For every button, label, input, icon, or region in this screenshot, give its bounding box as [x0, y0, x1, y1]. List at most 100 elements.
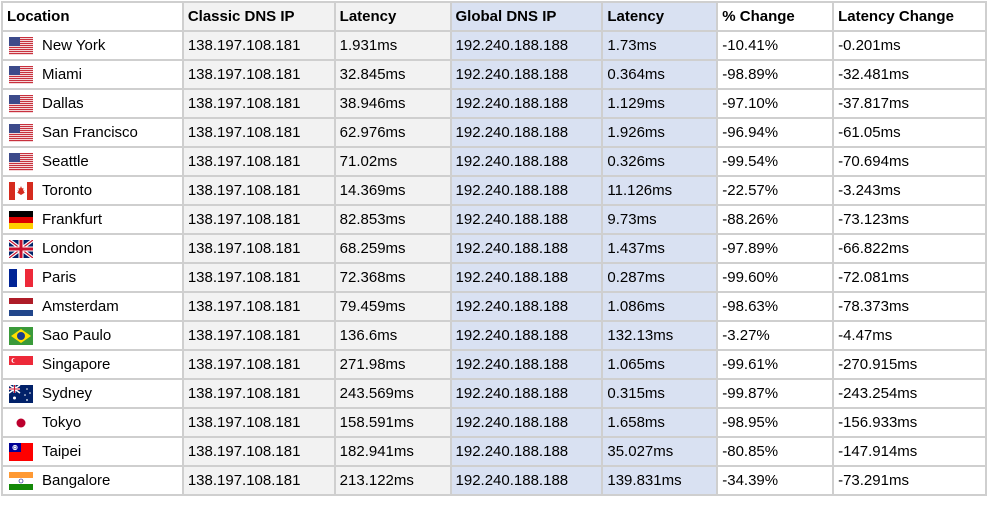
global-latency-cell: 0.364ms: [601, 59, 719, 90]
global-latency-cell: 1.086ms: [601, 291, 719, 322]
india-flag-icon: [9, 471, 33, 490]
percent-change-cell: -99.61%: [716, 349, 835, 380]
table-row: Frankfurt 138.197.108.181 82.853ms 192.240.…: [1, 204, 987, 235]
classic-latency-cell: 38.946ms: [333, 88, 452, 119]
location-name: Tokyo: [42, 414, 82, 431]
location-cell: San Francisco: [1, 117, 184, 148]
latency-change-cell: -4.47ms: [832, 320, 987, 351]
classic-latency-cell: 136.6ms: [333, 320, 452, 351]
latency-change-cell: -37.817ms: [832, 88, 987, 119]
percent-change-cell: -97.89%: [716, 233, 835, 264]
classic-dns-ip-cell: 138.197.108.181: [181, 59, 336, 90]
location-name: San Francisco: [42, 124, 138, 141]
location-cell: Taipei: [1, 436, 184, 467]
classic-latency-cell: 79.459ms: [333, 291, 452, 322]
location-name: Toronto: [42, 182, 93, 199]
location-cell: Dallas: [1, 88, 184, 119]
global-dns-ip-cell: 192.240.188.188: [449, 204, 604, 235]
location-cell: Toronto: [1, 175, 184, 206]
global-dns-ip-cell: 192.240.188.188: [449, 233, 604, 264]
location-name: Sydney: [42, 385, 93, 402]
classic-latency-cell: 71.02ms: [333, 146, 452, 177]
location-name: Dallas: [42, 95, 84, 112]
classic-latency-cell: 271.98ms: [333, 349, 452, 380]
table-row: Bangalore 138.197.108.181 213.122ms 192.240…: [1, 465, 987, 496]
latency-change-cell: -66.822ms: [832, 233, 987, 264]
percent-change-cell: -97.10%: [716, 88, 835, 119]
percent-change-cell: -98.63%: [716, 291, 835, 322]
location-name: Taipei: [42, 443, 82, 460]
location-name: Sao Paulo: [42, 327, 112, 344]
location-cell: Sydney: [1, 378, 184, 409]
table-row: Taipei 138.197.108.181 182.941ms 192.240.18…: [1, 436, 987, 467]
classic-dns-ip-cell: 138.197.108.181: [181, 262, 336, 293]
percent-change-cell: -99.54%: [716, 146, 835, 177]
global-latency-cell: 132.13ms: [601, 320, 719, 351]
classic-latency-cell: 68.259ms: [333, 233, 452, 264]
singapore-flag-icon: [9, 355, 33, 374]
latency-change-cell: -73.291ms: [832, 465, 987, 496]
classic-dns-ip-cell: 138.197.108.181: [181, 175, 336, 206]
table-row: Sydney 138.197.108.181 243.569ms 192.240.18…: [1, 378, 987, 409]
table-row: London 138.197.108.181 68.259ms 192.240.188…: [1, 233, 987, 264]
latency-change-cell: -70.694ms: [832, 146, 987, 177]
table-row: New York 138.197.108.181 1.931ms 192.240.18…: [1, 30, 987, 61]
australia-flag-icon: [9, 384, 33, 403]
location-name: Seattle: [42, 153, 89, 170]
location-name: London: [42, 240, 93, 257]
latency-change-cell: -147.914ms: [832, 436, 987, 467]
table-row: Miami 138.197.108.181 32.845ms 192.240.188.…: [1, 59, 987, 90]
table-row: Tokyo 138.197.108.181 158.591ms 192.240.188…: [1, 407, 987, 438]
classic-dns-ip-cell: 138.197.108.181: [181, 233, 336, 264]
france-flag-icon: [9, 268, 33, 287]
classic-latency-cell: 32.845ms: [333, 59, 452, 90]
table-row: Dallas 138.197.108.181 38.946ms 192.240.188…: [1, 88, 987, 119]
global-dns-ip-cell: 192.240.188.188: [449, 175, 604, 206]
global-dns-ip-cell: 192.240.188.188: [449, 436, 604, 467]
classic-latency-cell: 72.368ms: [333, 262, 452, 293]
location-name: Amsterdam: [42, 298, 119, 315]
percent-change-cell: -98.95%: [716, 407, 835, 438]
location-cell: Amsterdam: [1, 291, 184, 322]
location-cell: Frankfurt: [1, 204, 184, 235]
global-latency-cell: 1.658ms: [601, 407, 719, 438]
classic-dns-ip-cell: 138.197.108.181: [181, 349, 336, 380]
latency-change-cell: -61.05ms: [832, 117, 987, 148]
header-classic-latency: Latency: [333, 1, 452, 32]
location-name: Bangalore: [42, 472, 111, 489]
header-classic-dns-ip: Classic DNS IP: [181, 1, 336, 32]
percent-change-cell: -99.87%: [716, 378, 835, 409]
global-dns-ip-cell: 192.240.188.188: [449, 262, 604, 293]
global-latency-cell: 0.287ms: [601, 262, 719, 293]
global-dns-ip-cell: 192.240.188.188: [449, 291, 604, 322]
header-location: Location: [1, 1, 184, 32]
latency-change-cell: -3.243ms: [832, 175, 987, 206]
classic-latency-cell: 213.122ms: [333, 465, 452, 496]
header-row: Location Classic DNS IP Latency Global D…: [1, 1, 987, 32]
us-flag-icon: [9, 94, 33, 113]
latency-change-cell: -78.373ms: [832, 291, 987, 322]
netherlands-flag-icon: [9, 297, 33, 316]
table-row: Sao Paulo 138.197.108.181 136.6ms 192.240.1…: [1, 320, 987, 351]
us-flag-icon: [9, 36, 33, 55]
percent-change-cell: -34.39%: [716, 465, 835, 496]
percent-change-cell: -96.94%: [716, 117, 835, 148]
classic-dns-ip-cell: 138.197.108.181: [181, 291, 336, 322]
location-name: New York: [42, 37, 106, 54]
global-latency-cell: 1.065ms: [601, 349, 719, 380]
table-row: Paris 138.197.108.181 72.368ms 192.240.188.…: [1, 262, 987, 293]
table-row: Toronto 138.197.108.181 14.369ms 192.240.18…: [1, 175, 987, 206]
global-dns-ip-cell: 192.240.188.188: [449, 59, 604, 90]
header-global-dns-ip: Global DNS IP: [449, 1, 604, 32]
germany-flag-icon: [9, 210, 33, 229]
us-flag-icon: [9, 123, 33, 142]
canada-flag-icon: [9, 181, 33, 200]
global-dns-ip-cell: 192.240.188.188: [449, 465, 604, 496]
global-latency-cell: 11.126ms: [601, 175, 719, 206]
global-dns-ip-cell: 192.240.188.188: [449, 378, 604, 409]
dns-latency-table: Location Classic DNS IP Latency Global D…: [1, 1, 987, 496]
global-latency-cell: 0.326ms: [601, 146, 719, 177]
location-cell: Miami: [1, 59, 184, 90]
percent-change-cell: -3.27%: [716, 320, 835, 351]
brazil-flag-icon: [9, 326, 33, 345]
